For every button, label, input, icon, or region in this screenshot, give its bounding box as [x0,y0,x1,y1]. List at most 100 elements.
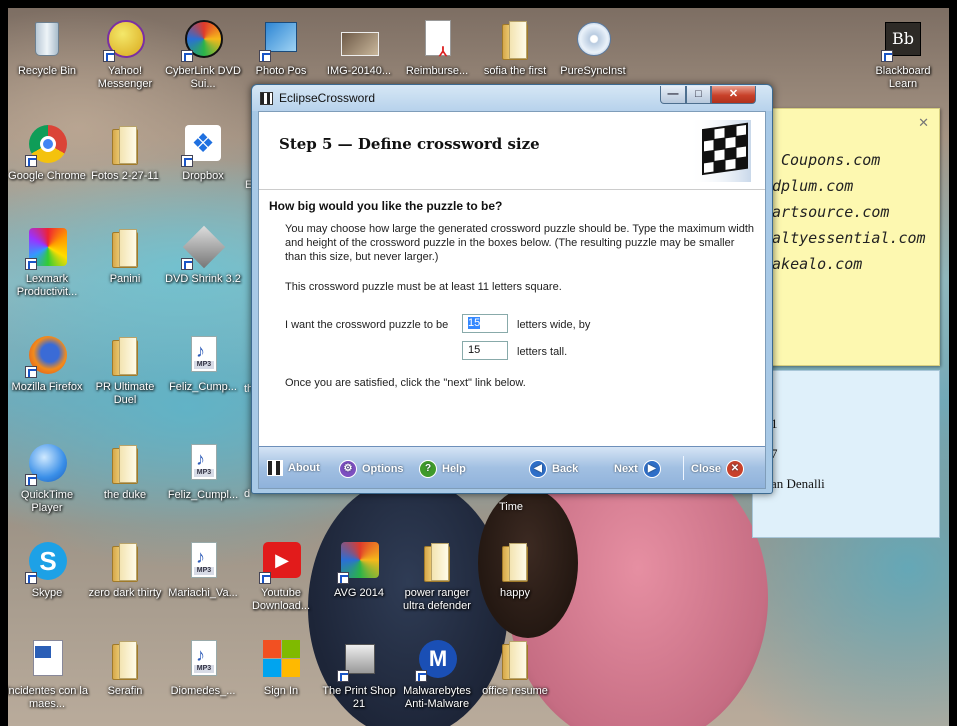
help-icon: ? [419,460,437,478]
blackboard-icon: Bb [881,18,925,62]
back-label: Back [552,463,579,475]
desktop-icon[interactable]: Panini [84,226,166,286]
pdf-file-icon: ⅄ [415,18,459,62]
microsoft-icon [259,638,303,682]
sticky-note[interactable]: ✕ Coupons.com edplum.com martsource.com … [744,108,940,366]
yahoo-messenger-icon [103,18,147,62]
youtube-downloader-icon: ▶ [259,540,303,584]
desktop-icon[interactable]: ▶ Youtube Download... [240,540,322,613]
folder-icon [103,442,147,486]
installer-icon [571,18,615,62]
image-file-icon [337,18,381,62]
crossword-grid-icon [689,120,751,182]
desktop-icon[interactable]: ♪ MP3 Diomedes_... [162,638,244,698]
desktop-icon[interactable]: PR Ultimate Duel [84,334,166,407]
desktop-icon[interactable]: Yahoo! Messenger [84,18,166,91]
wizard-panel: Step 5 — Define crossword size How big w… [258,111,766,489]
word-doc-icon [25,638,69,682]
partial-icon-label: d [244,488,251,500]
desktop-icon[interactable]: ♪ MP3 Feliz_Cumpl... [162,442,244,502]
desktop-icon[interactable]: DVD Shrink 3.2 [162,225,244,286]
desktop-icon[interactable]: ♪ MP3 Mariachi_Va... [162,540,244,600]
sticky-line: ealtyessential.com [763,229,926,247]
cyberlink-icon [181,18,225,62]
desktop-icon[interactable]: AVG 2014 [318,540,400,600]
desktop-icon[interactable]: ❖ Dropbox [162,123,244,183]
height-input[interactable]: 15 [462,341,508,360]
mp3-icon: ♪ MP3 [181,638,225,682]
folder-icon [103,638,147,682]
desktop-icon[interactable]: Google Chrome [8,123,88,183]
width-value: 15 [468,317,481,329]
next-button[interactable]: Next ▶ [614,460,661,478]
desktop-icon[interactable]: Fotos 2-27-11 [84,123,166,183]
close-window-button[interactable]: ✕ [711,86,756,104]
desktop-icon[interactable]: IMG-20140... [318,18,400,78]
recycle-bin-icon [25,18,69,62]
minimize-button[interactable]: — [660,86,686,104]
desktop-icon[interactable]: ⅄ Reimburse... [396,18,478,78]
folder-icon [103,540,147,584]
title-bar[interactable]: EclipseCrossword — □ ✕ [252,85,772,111]
dvd-shrink-icon [181,225,226,270]
desktop-icon[interactable]: sofia the first [474,18,556,78]
desktop-icon[interactable]: happy [474,540,556,600]
help-button[interactable]: ? Help [419,460,466,478]
desktop-icon[interactable]: The Print Shop 21 [318,638,400,711]
about-button[interactable]: About [267,460,320,476]
desktop-icon[interactable]: the duke [84,442,166,502]
eclipse-crossword-window[interactable]: EclipseCrossword — □ ✕ Step 5 — Define c… [251,84,773,494]
desktop-icon[interactable]: Lexmark Productivit... [8,226,88,299]
desktop-icon[interactable]: Bb Blackboard Learn [862,18,944,91]
folder-icon [103,334,147,378]
folder-icon [493,540,537,584]
desktop-icon[interactable]: Sign In [240,638,322,698]
desktop-icon[interactable]: S Skype [8,540,88,600]
desktop-icon[interactable]: QuickTime Player [8,442,88,515]
options-button[interactable]: ⚙ Options [339,460,404,478]
blue-note[interactable]: 1 7 an Denalli [752,370,940,538]
crossword-app-icon [260,92,273,105]
step-title: Step 5 — Define crossword size [279,135,540,153]
desktop-icon[interactable]: Recycle Bin [8,18,88,78]
description-text: You may choose how large the generated c… [285,223,754,263]
desktop-icon[interactable]: zero dark thirty [84,540,166,600]
minimum-size-note: This crossword puzzle must be at least 1… [285,281,562,293]
partial-icon-label: Time [499,501,524,513]
desktop-icon[interactable]: office resume [474,638,556,698]
desktop-icon[interactable]: ♪ MP3 Feliz_Cump... [162,334,244,394]
close-icon[interactable]: ✕ [918,115,929,131]
close-button[interactable]: Close ✕ [691,460,744,478]
maximize-button[interactable]: □ [686,86,711,104]
desktop-icon[interactable]: incidentes con la maes... [8,638,88,711]
width-suffix-label: letters wide, by [517,319,591,331]
quicktime-icon [25,442,69,486]
back-arrow-icon: ◀ [529,460,547,478]
back-button[interactable]: ◀ Back [529,460,578,478]
footer-divider [683,456,684,480]
desktop-icon[interactable]: PureSyncInst [552,18,634,78]
wizard-header: Step 5 — Define crossword size [259,112,765,190]
desktop: ✕ Coupons.com edplum.com martsource.com … [8,8,949,726]
chrome-icon [25,123,69,167]
desktop-icon[interactable]: CyberLink DVD Sui... [162,18,244,91]
crossword-about-icon [267,460,283,476]
blue-note-line: 7 [771,446,778,461]
blue-note-line: an Denalli [771,476,825,491]
close-label: Close [691,463,721,475]
desktop-icon[interactable]: power ranger ultra defender [396,540,478,613]
desktop-icon[interactable]: Mozilla Firefox [8,334,88,394]
blue-note-line: 1 [771,416,778,431]
height-suffix-label: letters tall. [517,346,568,358]
photo-pos-icon [259,18,303,62]
close-circle-icon: ✕ [725,460,744,478]
folder-icon [103,123,147,167]
desktop-icon[interactable]: Photo Pos [240,18,322,78]
desktop-icon[interactable]: Serafin [84,638,166,698]
desktop-icon[interactable]: M Malwarebytes Anti-Malware [396,638,478,711]
width-input[interactable]: 15 [462,314,508,333]
avg-icon [337,540,381,584]
folder-icon [415,540,459,584]
sticky-line: hakealo.com [763,255,863,273]
malwarebytes-icon: M [415,638,459,682]
